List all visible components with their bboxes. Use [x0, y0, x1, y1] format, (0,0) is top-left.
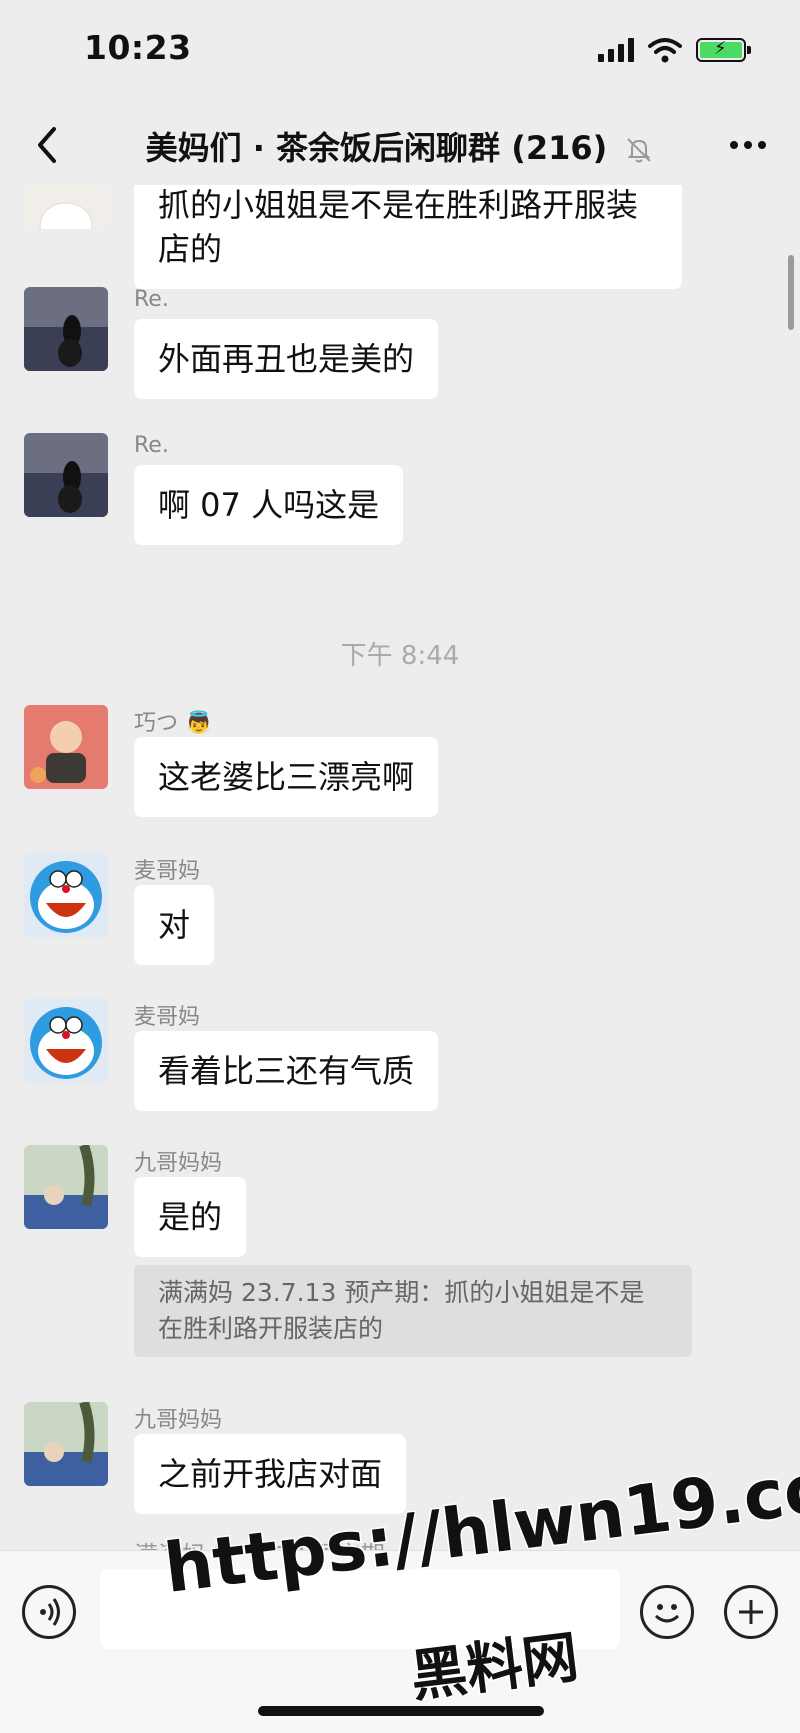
chat-title[interactable]: 美妈们 · 茶余饭后闲聊群 (216) — [0, 123, 800, 169]
wifi-icon — [648, 38, 682, 63]
message-bubble[interactable]: 啊 07 人吗这是 — [134, 465, 404, 545]
sender-name: 麦哥妈 — [134, 1005, 201, 1030]
home-indicator — [258, 1706, 544, 1716]
more-options-icon[interactable] — [726, 125, 770, 165]
message-bubble[interactable]: 抓的小姐姐是不是在胜利路开服装店的 — [134, 185, 682, 289]
message-bubble[interactable]: 看着比三还有气质 — [134, 1031, 439, 1111]
sender-avatar[interactable] — [24, 1402, 108, 1486]
sender-name: Re. — [134, 287, 169, 312]
add-attachment-button[interactable] — [724, 1585, 778, 1639]
sender-name: 麦哥妈 — [134, 859, 201, 884]
sender-avatar[interactable] — [24, 853, 108, 937]
sender-avatar[interactable] — [24, 287, 108, 371]
sender-name: 九哥妈妈 — [134, 1408, 223, 1433]
status-time: 10:23 — [84, 28, 192, 67]
voice-input-button[interactable] — [22, 1585, 76, 1639]
chat-message-list[interactable]: 抓的小姐姐是不是在胜利路开服装店的 Re. 外面再丑也是美的 Re. 啊 07 … — [0, 185, 800, 1550]
sender-name: 九哥妈妈 — [134, 1151, 223, 1176]
sender-name: 巧つ 👼 — [134, 711, 213, 736]
plus-icon — [739, 1600, 763, 1624]
sender-avatar[interactable] — [24, 1145, 108, 1229]
status-icons: ⚡ — [598, 37, 751, 63]
emoji-button[interactable] — [640, 1585, 694, 1639]
battery-icon: ⚡ — [696, 38, 751, 62]
smiley-icon — [654, 1604, 680, 1623]
sender-avatar[interactable] — [24, 999, 108, 1083]
message-bubble[interactable]: 之前开我店对面 — [134, 1434, 407, 1514]
quoted-message[interactable]: 满满妈 23.7.13 预产期：抓的小姐姐是不是在胜利路开服装店的 — [134, 1265, 692, 1357]
sender-avatar[interactable] — [24, 433, 108, 517]
partial-quoted-message: 满满妈 23.7.13 预产期 — [134, 1535, 385, 1550]
sender-avatar[interactable] — [24, 185, 108, 229]
scrollbar[interactable] — [788, 255, 794, 330]
mute-bell-icon — [627, 138, 652, 163]
chat-nav-bar: 美妈们 · 茶余饭后闲聊群 (216) — [0, 105, 800, 185]
angel-emoji-icon: 👼 — [185, 711, 213, 736]
message-bubble[interactable]: 是的 — [134, 1177, 247, 1257]
voice-wave-icon — [40, 1598, 60, 1626]
status-bar: 10:23 ⚡ — [0, 0, 800, 105]
message-input[interactable] — [100, 1569, 620, 1649]
chat-title-text: 美妈们 · 茶余饭后闲聊群 (216) — [145, 129, 608, 167]
message-bubble[interactable]: 这老婆比三漂亮啊 — [134, 737, 439, 817]
message-bubble[interactable]: 外面再丑也是美的 — [134, 319, 439, 399]
sender-avatar[interactable] — [24, 705, 108, 789]
cellular-signal-icon — [598, 38, 634, 62]
message-bubble[interactable]: 对 — [134, 885, 215, 965]
sender-name: Re. — [134, 433, 169, 458]
time-divider: 下午 8:44 — [340, 641, 460, 671]
